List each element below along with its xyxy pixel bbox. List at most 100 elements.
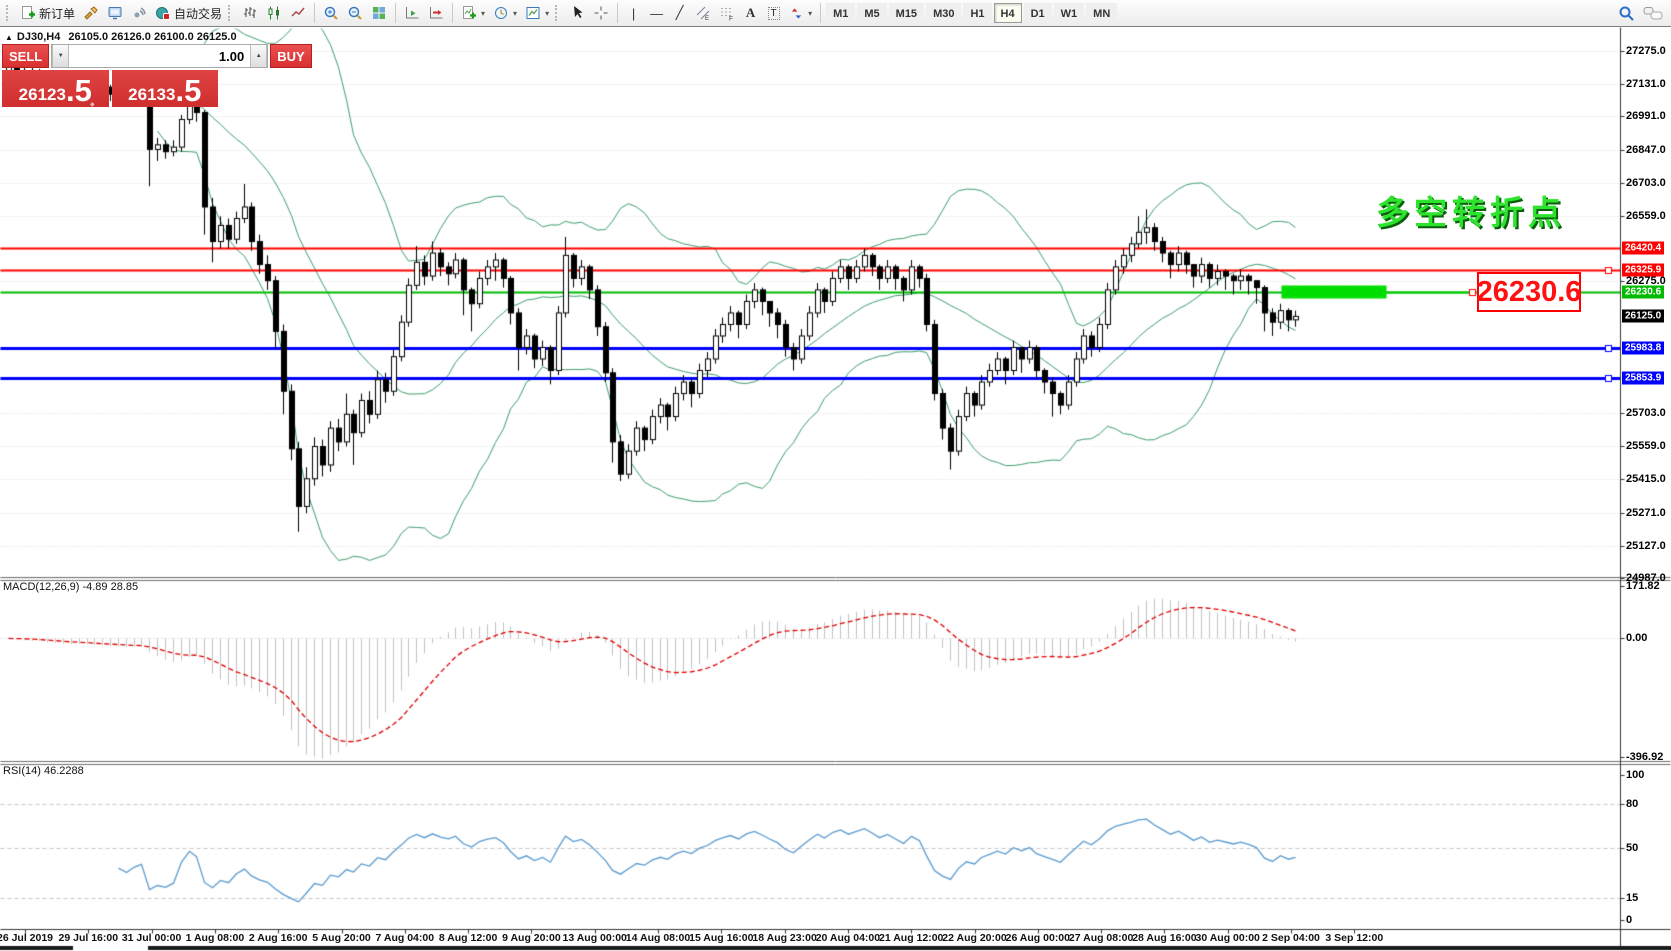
price-tick-label: 27131.0 [1626,78,1666,90]
fibonacci-tool-button[interactable]: F [715,2,739,24]
macd-tick-label: 0.00 [1626,632,1647,644]
tile-windows-button[interactable] [367,2,391,24]
indicators-icon [461,5,477,21]
auto-scroll-button[interactable] [400,2,424,24]
time-tick-label: 5 Aug 20:00 [312,932,371,944]
sell-button[interactable]: SELL [2,44,49,68]
price-tick-label: 25271.0 [1626,507,1666,519]
volume-increase-button[interactable] [250,45,267,67]
svg-text:E: E [705,16,709,21]
autotrading-icon [155,5,171,21]
price-level-tag: 26420.4 [1622,241,1664,254]
text-tool-button[interactable]: A [739,2,762,24]
bar-chart-mode-button[interactable] [238,2,262,24]
new-order-label: 新订单 [39,5,75,22]
horizontal-line-tool-button[interactable]: — [645,2,668,24]
timeframe-MN[interactable]: MN [1086,3,1117,23]
toolbar-grip[interactable] [555,5,561,21]
timeframe-H1[interactable]: H1 [963,3,991,23]
toolbar-grip[interactable] [6,5,12,21]
cursor-icon [569,5,585,21]
time-tick-label: 21 Aug 12:00 [879,932,943,944]
vertical-line-tool-button[interactable]: | [622,2,645,24]
timeframe-M1[interactable]: M1 [826,3,855,23]
chat-icon [1643,5,1663,21]
main-toolbar: 新订单 自动交易 [0,0,1671,27]
autotrading-button[interactable]: 自动交易 [151,2,226,24]
cursor-tool-button[interactable] [565,2,589,24]
symbol-collapse-icon[interactable]: ▲ [5,33,13,42]
new-chart-button[interactable] [103,2,127,24]
chart-annotation-text[interactable]: 多空转折点 [1376,186,1566,234]
chart-shift-button[interactable] [424,2,448,24]
new-order-icon [20,5,36,21]
bar-chart-icon [242,5,258,21]
time-tick-label: 26 Aug 00:00 [1006,932,1070,944]
timeframe-H4[interactable]: H4 [994,3,1022,23]
time-tick-label: 22 Aug 20:00 [942,932,1006,944]
time-tick-label: 3 Sep 12:00 [1325,932,1383,944]
timeframe-M5[interactable]: M5 [857,3,886,23]
time-tick-label: 1 Aug 08:00 [186,932,245,944]
sell-price-main: 26123 [19,85,66,105]
market-watch-button[interactable] [79,2,103,24]
ohlc-values: 26105.0 26126.0 26100.0 26125.0 [68,31,236,43]
gavel-icon [83,5,99,21]
time-tick-label: 27 Aug 08:00 [1069,932,1133,944]
arrow-objects-icon [789,6,804,21]
chart-window-icon [107,5,123,21]
price-level-tag: 26230.6 [1622,285,1664,298]
indicators-button[interactable] [457,2,489,24]
macd-tick-label: -396.92 [1626,751,1663,763]
chart-canvas[interactable] [0,0,1671,951]
rsi-tick-label: 80 [1626,798,1638,810]
zoom-out-icon [347,5,363,21]
volume-decrease-button[interactable] [52,45,69,67]
chat-button[interactable] [1639,2,1667,24]
time-tick-label: 31 Jul 00:00 [122,932,182,944]
line-chart-mode-button[interactable] [286,2,310,24]
trendline-tool-button[interactable]: ╱ [668,2,691,24]
equidistant-channel-icon: E [695,5,711,21]
timeframe-W1[interactable]: W1 [1054,3,1085,23]
volume-input[interactable] [69,45,250,67]
autotrading-label: 自动交易 [174,5,222,22]
vertical-line-icon: | [632,6,635,21]
signals-button[interactable] [127,2,151,24]
price-tick-label: 25703.0 [1626,407,1666,419]
rsi-tick-label: 0 [1626,914,1632,926]
time-tick-label: 30 Aug 00:00 [1195,932,1259,944]
toolbar-grip[interactable] [228,5,234,21]
timeframe-M30[interactable]: M30 [926,3,961,23]
zoom-out-button[interactable] [343,2,367,24]
text-label-icon: T [768,7,780,20]
channel-tool-button[interactable]: E [691,2,715,24]
price-level-tag: 26325.9 [1622,263,1664,276]
rsi-tick-label: 100 [1626,769,1644,781]
new-order-button[interactable]: 新订单 [16,2,79,24]
candlestick-mode-button[interactable] [262,2,286,24]
signal-icon [131,5,147,21]
text-icon: A [746,5,755,21]
timeframe-M15[interactable]: M15 [889,3,924,23]
macd-tick-label: 171.82 [1626,580,1660,592]
zoom-in-button[interactable] [319,2,343,24]
text-label-tool-button[interactable]: T [762,2,785,24]
crosshair-tool-button[interactable] [589,2,613,24]
time-tick-label: 14 Aug 08:00 [626,932,690,944]
candlestick-icon [266,5,282,21]
time-tick-label: 7 Aug 04:00 [376,932,435,944]
timeframe-D1[interactable]: D1 [1024,3,1052,23]
arrows-tool-button[interactable] [785,2,816,24]
templates-button[interactable] [521,2,553,24]
one-click-trading-panel: SELL BUY 26123.5 26133.5 [2,44,218,107]
search-button[interactable] [1614,2,1639,24]
price-tick-label: 25127.0 [1626,540,1666,552]
periods-button[interactable] [489,2,521,24]
buy-price-display[interactable]: 26133.5 [112,70,219,107]
price-callout-box[interactable]: 26230.6 [1477,272,1581,312]
clock-icon [493,5,509,21]
panel-collapse-handle[interactable] [90,101,95,108]
buy-button[interactable]: BUY [270,44,311,68]
time-tick-label: 28 Aug 16:00 [1132,932,1196,944]
